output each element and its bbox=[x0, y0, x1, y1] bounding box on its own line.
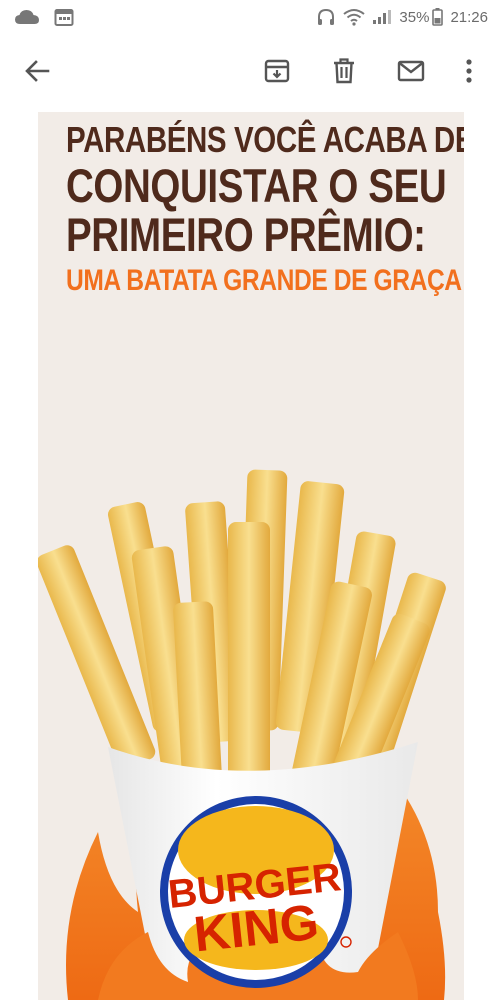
headline-line-3: PRIMEIRO PRÊMIO: bbox=[66, 208, 426, 261]
battery-indicator: 35% bbox=[399, 8, 444, 26]
headphones-icon bbox=[316, 7, 336, 27]
headline-offer: UMA BATATA GRANDE DE GRAÇA bbox=[66, 264, 462, 297]
status-left-icons bbox=[14, 6, 74, 28]
battery-percent: 35% bbox=[399, 8, 430, 26]
cloud-icon bbox=[14, 8, 40, 26]
burger-king-logo: BURGER KING bbox=[160, 796, 352, 988]
mark-unread-button[interactable] bbox=[392, 54, 430, 92]
calendar-icon bbox=[54, 7, 74, 27]
back-button[interactable] bbox=[18, 54, 56, 92]
status-bar: 35% 21:26 bbox=[0, 0, 500, 34]
status-right-icons: 35% 21:26 bbox=[316, 5, 488, 29]
fries-illustration: BURGER KING bbox=[38, 469, 446, 1000]
more-options-button[interactable] bbox=[450, 54, 488, 92]
battery-icon bbox=[432, 8, 444, 26]
email-body: PARABÉNS VOCÊ ACABA DE CONQUISTAR O SEU … bbox=[0, 112, 500, 1000]
signal-icon bbox=[372, 9, 392, 25]
wifi-icon bbox=[343, 8, 366, 26]
archive-button[interactable] bbox=[258, 54, 296, 92]
headline-line-2: CONQUISTAR O SEU bbox=[66, 159, 447, 212]
archive-icon bbox=[263, 58, 291, 89]
headline-line-1: PARABÉNS VOCÊ ACABA DE bbox=[66, 119, 464, 160]
promo-headline: PARABÉNS VOCÊ ACABA DE CONQUISTAR O SEU … bbox=[66, 119, 464, 297]
more-vertical-icon bbox=[465, 58, 473, 89]
email-toolbar bbox=[0, 34, 500, 113]
promo-banner[interactable]: PARABÉNS VOCÊ ACABA DE CONQUISTAR O SEU … bbox=[38, 112, 464, 1000]
clock-time: 21:26 bbox=[450, 8, 488, 26]
delete-button[interactable] bbox=[325, 54, 363, 92]
mail-icon bbox=[397, 60, 425, 87]
trash-icon bbox=[332, 57, 356, 90]
arrow-left-icon bbox=[24, 58, 50, 89]
